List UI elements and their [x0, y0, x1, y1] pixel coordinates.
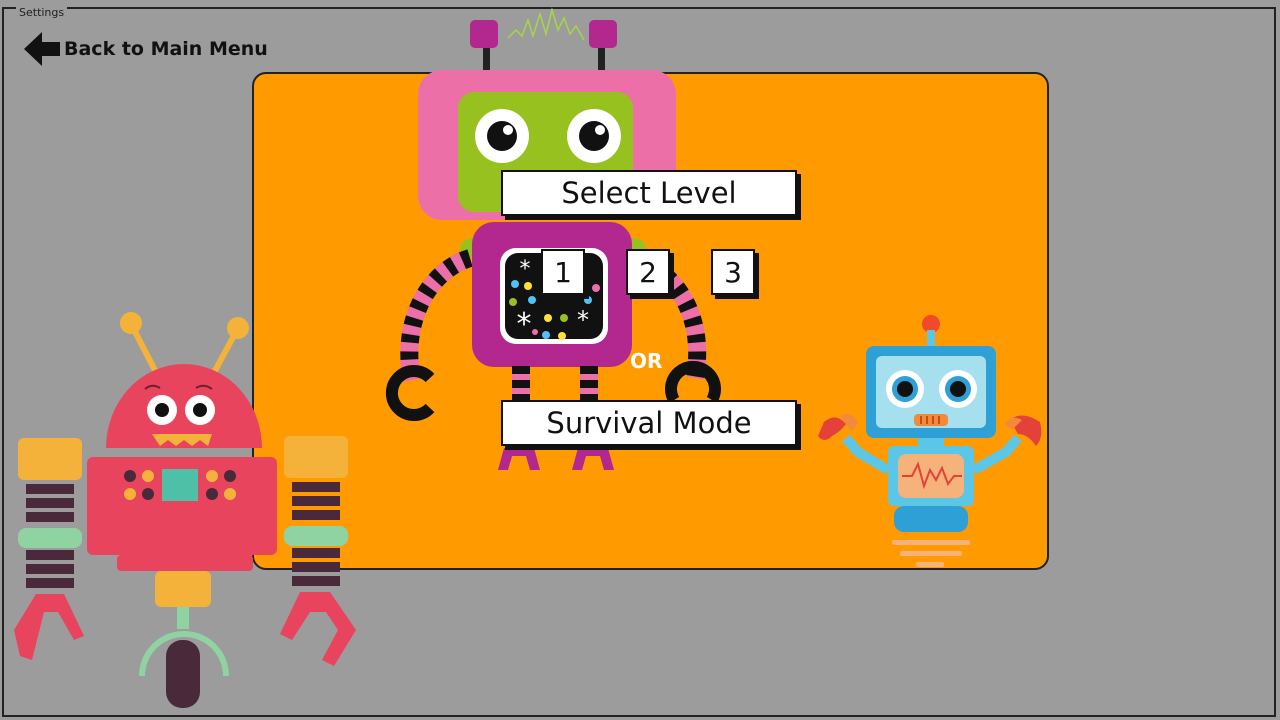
back-to-main-menu-button[interactable]: Back to Main Menu — [20, 28, 268, 70]
svg-text:*: * — [577, 306, 589, 334]
or-label: OR — [630, 349, 663, 373]
svg-text:*: * — [520, 257, 531, 282]
select-level-button[interactable]: Select Level — [501, 170, 797, 216]
arrow-left-icon — [24, 32, 60, 66]
level-2-button[interactable]: 2 — [626, 249, 670, 295]
back-to-main-menu-label: Back to Main Menu — [64, 38, 268, 60]
blue-robot-illustration — [818, 315, 1042, 567]
survival-mode-button[interactable]: Survival Mode — [501, 400, 797, 446]
level-1-button[interactable]: 1 — [541, 249, 585, 295]
svg-text:*: * — [517, 307, 532, 342]
level-3-button[interactable]: 3 — [711, 249, 755, 295]
red-robot-illustration — [14, 312, 356, 708]
